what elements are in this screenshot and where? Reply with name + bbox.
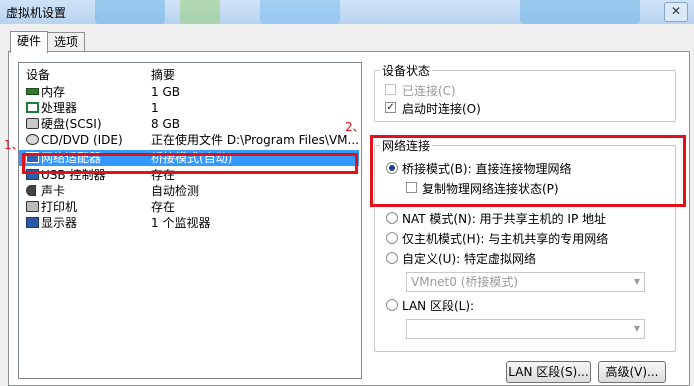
device-name: 处理器 xyxy=(41,101,78,115)
hard-disk-icon xyxy=(26,118,39,129)
lan-segment-select[interactable]: ▼ xyxy=(406,319,645,339)
nat-radio[interactable] xyxy=(386,212,398,224)
connected-checkbox[interactable] xyxy=(385,84,396,95)
device-summary: 1 xyxy=(151,101,159,115)
title-bar: 虚拟机设置 ✕ xyxy=(0,0,694,24)
lan-segment-radio[interactable] xyxy=(386,299,398,311)
custom-radio[interactable] xyxy=(386,252,398,264)
column-header-summary: 摘要 xyxy=(151,68,176,82)
device-name: 打印机 xyxy=(41,200,78,214)
list-item[interactable]: 内存 1 GB xyxy=(19,84,359,100)
printer-icon xyxy=(26,201,39,212)
device-name: CD/DVD (IDE) xyxy=(41,133,123,147)
lan-segments-button[interactable]: LAN 区段(S)... xyxy=(506,361,591,383)
list-item[interactable]: CD/DVD (IDE) 正在使用文件 D:\Program Files\VM.… xyxy=(19,132,359,148)
vmnet-select[interactable]: VMnet0 (桥接模式) ▼ xyxy=(406,272,645,292)
device-summary: 正在使用文件 D:\Program Files\VM... xyxy=(151,133,359,147)
device-summary: 1 GB xyxy=(151,85,180,99)
column-header-device: 设备 xyxy=(26,68,51,82)
list-item[interactable]: 显示器 1 个监视器 xyxy=(19,215,359,231)
tab-hardware[interactable]: 硬件 xyxy=(10,31,48,53)
memory-icon xyxy=(26,88,39,95)
vmnet-select-value: VMnet0 (桥接模式) xyxy=(411,275,519,289)
device-summary: 存在 xyxy=(151,200,176,214)
nat-label: NAT 模式(N): 用于共享主机的 IP 地址 xyxy=(402,212,607,226)
background-decoration xyxy=(260,0,340,24)
device-name: 显示器 xyxy=(41,216,78,230)
close-icon[interactable]: ✕ xyxy=(664,2,688,22)
chevron-down-icon: ▼ xyxy=(633,277,640,286)
device-name: 声卡 xyxy=(41,184,66,198)
custom-label: 自定义(U): 特定虚拟网络 xyxy=(402,252,537,266)
device-summary: 8 GB xyxy=(151,117,180,131)
host-only-label: 仅主机模式(H): 与主机共享的专用网络 xyxy=(402,232,609,246)
list-item[interactable]: 打印机 存在 xyxy=(19,199,359,215)
window-title: 虚拟机设置 xyxy=(6,6,67,20)
annotation-marker-2: 2、 xyxy=(345,120,365,134)
connect-on-start-checkbox[interactable]: ✓ xyxy=(385,102,396,113)
sound-card-icon xyxy=(26,185,36,196)
monitor-icon xyxy=(26,217,39,228)
background-decoration xyxy=(95,0,165,24)
list-item[interactable]: 声卡 自动检测 xyxy=(19,183,359,199)
cd-dvd-icon xyxy=(26,134,39,145)
device-summary: 自动检测 xyxy=(151,184,200,198)
highlight-box-network-adapter xyxy=(22,153,358,174)
device-summary: 1 个监视器 xyxy=(151,216,211,230)
host-only-radio[interactable] xyxy=(386,232,398,244)
background-decoration xyxy=(180,0,220,24)
device-list[interactable]: 设备 摘要 内存 1 GB 处理器 1 硬盘(SCSI) 8 GB CD/DVD… xyxy=(18,62,362,379)
annotation-marker-1: 1、 xyxy=(4,138,24,152)
processor-icon xyxy=(26,102,39,113)
connected-label: 已连接(C) xyxy=(402,84,456,98)
device-name: 硬盘(SCSI) xyxy=(41,117,102,131)
highlight-box-network-connection xyxy=(370,135,686,207)
device-name: 内存 xyxy=(41,85,66,99)
advanced-button[interactable]: 高级(V)... xyxy=(598,361,666,383)
list-item[interactable]: 硬盘(SCSI) 8 GB xyxy=(19,116,359,132)
tab-options[interactable]: 选项 xyxy=(47,32,85,52)
device-status-legend: 设备状态 xyxy=(380,62,433,79)
chevron-down-icon: ▼ xyxy=(633,324,640,333)
connect-on-start-label: 启动时连接(O) xyxy=(402,102,481,116)
list-header: 设备 摘要 xyxy=(19,67,359,83)
list-item[interactable]: 处理器 1 xyxy=(19,100,359,116)
background-decoration xyxy=(520,0,640,24)
lan-segment-label: LAN 区段(L): xyxy=(402,299,475,313)
